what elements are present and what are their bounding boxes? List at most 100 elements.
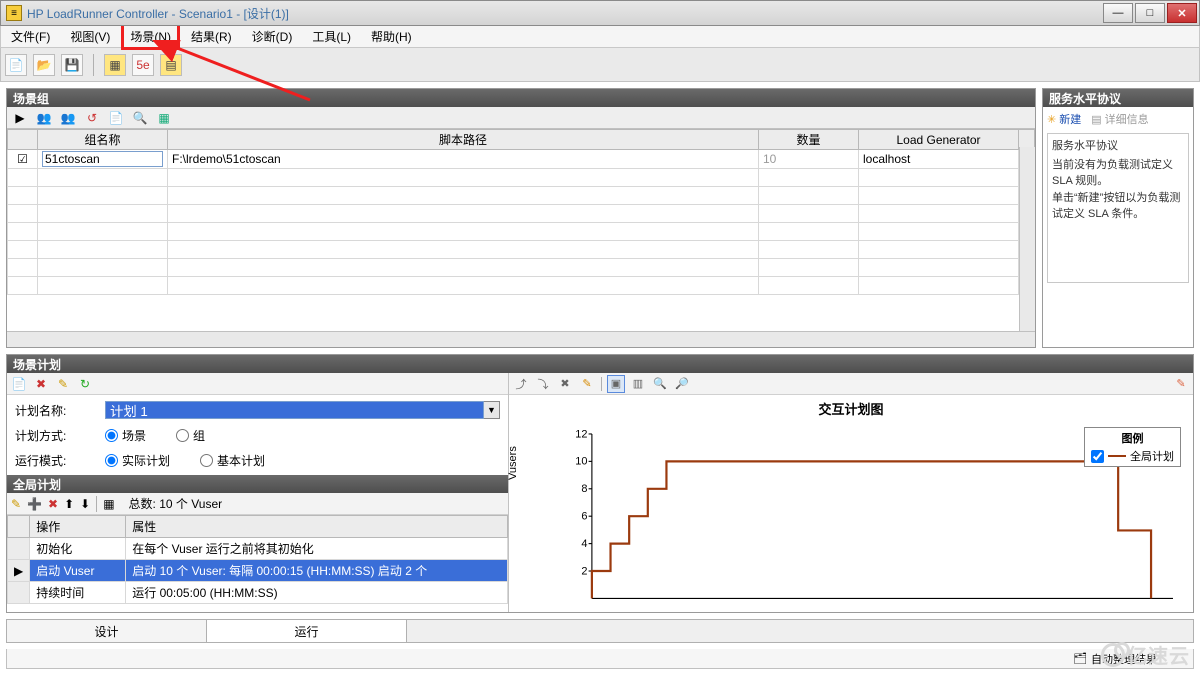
play-icon[interactable]: ▶	[11, 110, 29, 126]
menu-file[interactable]: 文件(F)	[5, 26, 56, 47]
search-doc-icon[interactable]: 🔍	[131, 110, 149, 126]
zoom-out-icon[interactable]: 🔎	[674, 376, 690, 392]
global-plan-table[interactable]: 操作属性 初始化在每个 Vuser 运行之前将其初始化 ▶启动 Vuser启动 …	[7, 515, 508, 604]
table-row[interactable]: 初始化在每个 Vuser 运行之前将其初始化	[8, 538, 508, 560]
minimize-button[interactable]: —	[1103, 3, 1133, 23]
total-vusers: 总数: 10 个 Vuser	[129, 495, 223, 512]
table-row[interactable]: ▶启动 Vuser启动 10 个 Vuser: 每隔 00:00:15 (HH:…	[8, 560, 508, 582]
global-plan-title: 全局计划	[7, 475, 508, 493]
sla-title: 服务水平协议	[1043, 89, 1193, 107]
maximize-button[interactable]: □	[1135, 3, 1165, 23]
menubar: 文件(F) 视图(V) 场景(N) 结果(R) 诊断(D) 工具(L) 帮助(H…	[0, 26, 1200, 48]
menu-help[interactable]: 帮助(H)	[365, 26, 418, 47]
status-bar: 🗂 自动整理结果	[6, 649, 1194, 669]
menu-diagnose[interactable]: 诊断(D)	[246, 26, 299, 47]
tool-icon-1[interactable]: ▦	[104, 54, 126, 76]
doc-icon[interactable]: 📄	[107, 110, 125, 126]
menu-view[interactable]: 视图(V)	[64, 26, 116, 47]
cell-path: F:\lrdemo\51ctoscan	[168, 150, 759, 169]
legend-item-label: 全局计划	[1130, 448, 1174, 464]
scenario-group-table[interactable]: 组名称 脚本路径 数量 Load Generator ☑ F:\lrdemo\5…	[7, 129, 1035, 295]
col-path[interactable]: 脚本路径	[168, 130, 759, 150]
add-row-icon[interactable]: ➕	[27, 497, 42, 511]
run-real-radio[interactable]: 实际计划	[105, 452, 170, 469]
scenario-group-title: 场景组	[7, 89, 1035, 107]
table-row[interactable]: 持续时间运行 00:05:00 (HH:MM:SS)	[8, 582, 508, 604]
svg-text:4: 4	[581, 538, 587, 550]
zoom-in-icon[interactable]: 🔍	[652, 376, 668, 392]
close-button[interactable]: ✕	[1167, 3, 1197, 23]
delete-plan-icon[interactable]: ✖	[33, 376, 49, 392]
grid-icon[interactable]: ▦	[155, 110, 173, 126]
app-icon: ≡	[6, 5, 22, 21]
tab-run[interactable]: 运行	[207, 620, 407, 642]
chart-legend[interactable]: 图例 全局计划	[1084, 427, 1181, 467]
edit-row-icon[interactable]: ✎	[11, 497, 21, 511]
horizontal-scrollbar[interactable]	[7, 331, 1035, 347]
svg-text:2: 2	[581, 565, 587, 577]
copy-icon[interactable]: ▦	[103, 497, 114, 511]
tab-design[interactable]: 设计	[7, 620, 207, 642]
menu-scenario[interactable]: 场景(N)	[124, 26, 177, 47]
open-icon[interactable]: 📂	[33, 54, 55, 76]
auto-collate-icon: 🗂	[1073, 652, 1087, 665]
main-toolbar: 📄 📂 💾 ▦ 5e ▤	[0, 48, 1200, 82]
sla-info-text: 当前没有为负载测试定义 SLA 规则。 单击“新建”按钮以为负载测试定义 SLA…	[1052, 157, 1184, 223]
legend-swatch	[1108, 455, 1126, 457]
chart-tool-3-icon[interactable]: ✖	[557, 376, 573, 392]
tool-icon-3[interactable]: ▤	[160, 54, 182, 76]
up-icon[interactable]: ⬆	[64, 497, 74, 511]
interactive-plan-chart: 2 4 6 8 10 12	[559, 423, 1173, 609]
mode-group-radio[interactable]: 组	[176, 427, 205, 444]
vusers-icon[interactable]: 👥	[35, 110, 53, 126]
legend-title: 图例	[1091, 430, 1174, 446]
watermark: 亿速云	[1101, 639, 1190, 669]
chart-tool-2-icon[interactable]: ⤵	[535, 376, 551, 392]
legend-toggle-icon[interactable]: ✎	[1173, 376, 1189, 392]
plan-toolbar: 📄 ✖ ✎ ↻	[7, 373, 508, 395]
col-lg[interactable]: Load Generator	[859, 130, 1019, 150]
chart-toolbar: ⤴ ⤵ ✖ ✎ ▣ ▥ 🔍 🔎 ✎	[509, 373, 1193, 395]
chart-view2-icon[interactable]: ▥	[630, 376, 646, 392]
save-icon[interactable]: 💾	[61, 54, 83, 76]
cell-lg: localhost	[859, 150, 1019, 169]
new-plan-icon[interactable]: 📄	[11, 376, 27, 392]
table-row[interactable]: ☑ F:\lrdemo\51ctoscan 10 localhost	[8, 150, 1035, 169]
legend-checkbox[interactable]	[1091, 450, 1104, 463]
vusers-red-icon[interactable]: 👥	[59, 110, 77, 126]
vertical-scrollbar[interactable]	[1019, 147, 1035, 331]
group-name-input[interactable]	[42, 151, 163, 167]
new-icon: ✳	[1047, 113, 1056, 126]
cell-qty: 10	[759, 150, 859, 169]
menu-results[interactable]: 结果(R)	[185, 26, 238, 47]
reset-icon[interactable]: ↺	[83, 110, 101, 126]
del-row-icon[interactable]: ✖	[48, 497, 58, 511]
svg-text:10: 10	[575, 456, 587, 468]
chart-tool-1-icon[interactable]: ⤴	[513, 376, 529, 392]
plan-name-select[interactable]	[105, 401, 484, 419]
down-icon[interactable]: ⬇	[80, 497, 90, 511]
tool-icon-2[interactable]: 5e	[132, 54, 154, 76]
window-title: HP LoadRunner Controller - Scenario1 - […	[27, 5, 289, 22]
chart-title: 交互计划图	[509, 395, 1193, 422]
mode-scenario-radio[interactable]: 场景	[105, 427, 146, 444]
col-op[interactable]: 操作	[30, 516, 126, 538]
chart-view1-icon[interactable]: ▣	[608, 376, 624, 392]
chart-edit-icon[interactable]: ✎	[579, 376, 595, 392]
rename-plan-icon[interactable]: ✎	[55, 376, 71, 392]
new-icon[interactable]: 📄	[5, 54, 27, 76]
col-attr[interactable]: 属性	[126, 516, 508, 538]
col-name[interactable]: 组名称	[38, 130, 168, 150]
plan-mode-label: 计划方式:	[15, 427, 105, 444]
refresh-plan-icon[interactable]: ↻	[77, 376, 93, 392]
chevron-down-icon[interactable]: ▼	[484, 401, 500, 419]
svg-text:6: 6	[581, 510, 587, 522]
plan-name-label: 计划名称:	[15, 402, 105, 419]
svg-text:12: 12	[575, 428, 587, 440]
run-basic-radio[interactable]: 基本计划	[200, 452, 265, 469]
chart-area: 交互计划图 Vusers 2 4 6 8	[509, 395, 1193, 612]
menu-tools[interactable]: 工具(L)	[306, 26, 357, 47]
sla-new-link[interactable]: ✳新建	[1047, 111, 1081, 127]
col-qty[interactable]: 数量	[759, 130, 859, 150]
chart-y-axis-label: Vusers	[507, 446, 519, 480]
